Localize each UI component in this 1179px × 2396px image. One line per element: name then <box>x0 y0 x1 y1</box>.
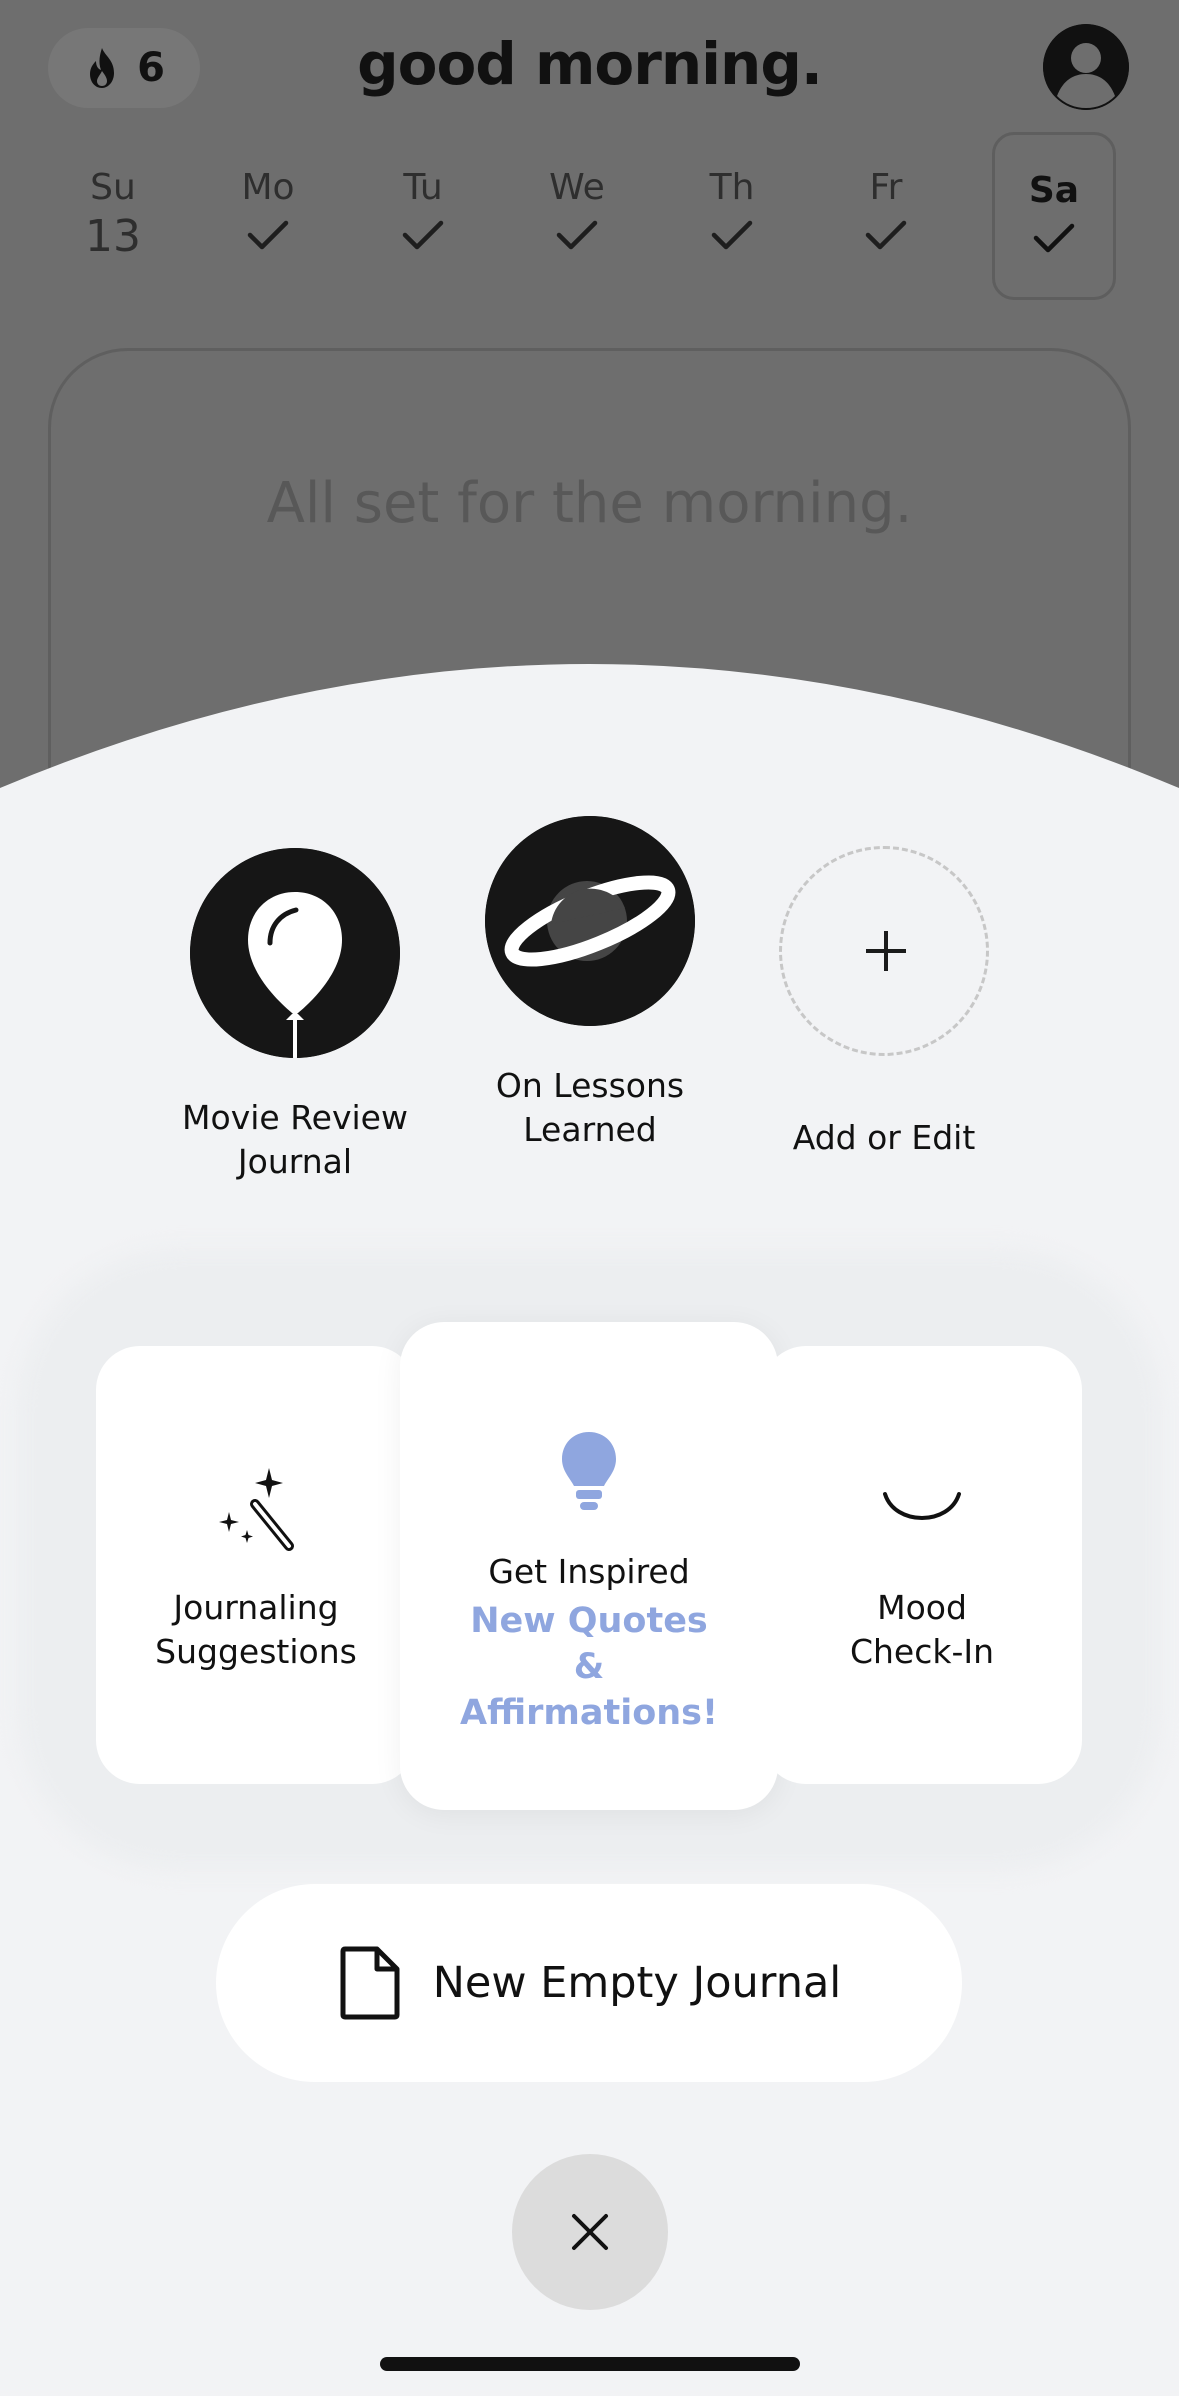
new-journal-label: New Empty Journal <box>432 1958 842 2008</box>
card-title: Mood Check-In <box>849 1588 995 1671</box>
card-title: Journaling Suggestions <box>155 1588 357 1671</box>
shortcut-label: Add or Edit <box>792 1118 976 1157</box>
plus-icon <box>866 931 906 971</box>
card-title: Get Inspired <box>488 1552 690 1591</box>
card-subtitle: New Quotes & Affirmations! <box>460 1601 718 1733</box>
journaling-suggestions-card[interactable]: Journaling Suggestions <box>96 1346 416 1784</box>
shortcut-icon-circle <box>779 846 989 1056</box>
new-empty-journal-button[interactable]: New Empty Journal <box>216 1884 962 2082</box>
planet-icon <box>485 816 695 1026</box>
shortcut-movie-review-journal[interactable]: Movie Review Journal <box>150 848 440 1184</box>
home-indicator[interactable] <box>380 2357 800 2371</box>
smile-icon <box>883 1492 961 1520</box>
magic-wand-icon <box>219 1468 294 1551</box>
mood-check-in-card[interactable]: Mood Check-In <box>762 1346 1082 1784</box>
shortcut-icon-circle <box>190 848 400 1058</box>
shortcut-add-or-edit[interactable]: Add or Edit <box>739 846 1029 1160</box>
shortcut-label: Movie Review Journal <box>182 1098 408 1181</box>
lightbulb-icon <box>562 1432 616 1510</box>
shortcut-on-lessons-learned[interactable]: On Lessons Learned <box>445 816 735 1152</box>
shortcut-icon-circle <box>485 816 695 1026</box>
get-inspired-card[interactable]: Get Inspired New Quotes & Affirmations! <box>400 1322 778 1810</box>
balloon-icon <box>190 848 400 1058</box>
shortcut-label: On Lessons Learned <box>495 1066 685 1149</box>
close-icon <box>572 2214 608 2250</box>
document-icon <box>340 1946 400 2020</box>
close-button[interactable] <box>512 2154 668 2310</box>
